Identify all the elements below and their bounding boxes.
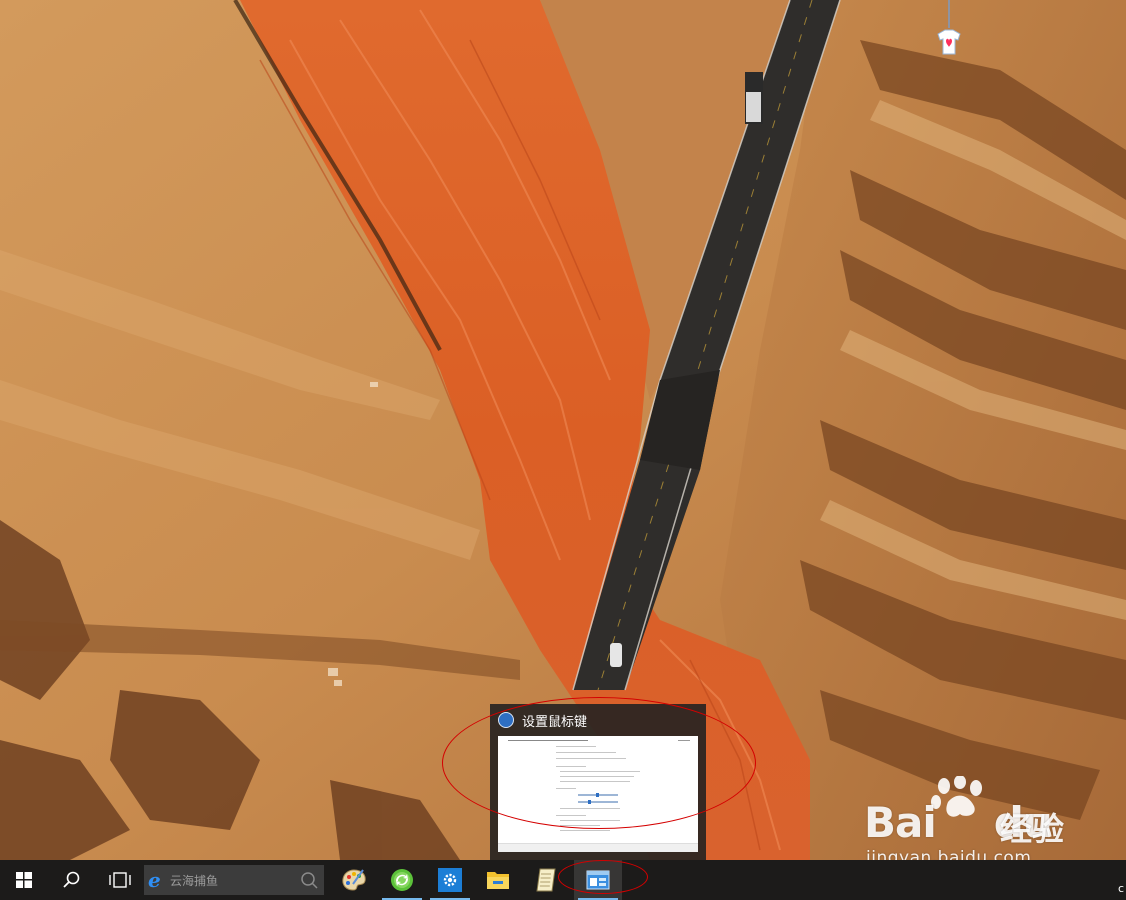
annotation-ellipse-taskbar	[558, 860, 648, 894]
annotation-ellipse-preview	[442, 697, 756, 829]
search-magnifier-icon	[301, 872, 318, 889]
taskbar-search-box[interactable]: e 云海捕鱼	[144, 865, 324, 895]
search-placeholder: 云海捕鱼	[170, 874, 219, 888]
settings-gear-icon	[438, 868, 462, 892]
windows-start-icon	[16, 872, 32, 888]
paint-icon	[342, 869, 366, 891]
refresh-circle-icon	[391, 869, 413, 891]
task-view-button[interactable]	[96, 860, 144, 900]
desktop-shirt-icon[interactable]	[934, 0, 964, 56]
taskbar-paint-button[interactable]	[330, 860, 378, 900]
start-button[interactable]	[0, 860, 48, 900]
taskbar-settings-button[interactable]	[426, 860, 474, 900]
task-view-icon	[109, 872, 131, 888]
watermark-brand: 经验	[1000, 810, 1065, 848]
edge-e-icon: e	[148, 868, 161, 892]
search-icon	[63, 871, 80, 888]
search-button[interactable]	[48, 860, 96, 900]
taskbar-file-explorer-button[interactable]	[474, 860, 522, 900]
baidu-jingyan-watermark: Bai du 经验 jingyan.baidu.com	[864, 776, 1094, 868]
file-explorer-icon	[487, 872, 509, 889]
notepad-icon	[536, 868, 556, 892]
taskbar-green-app-button[interactable]	[378, 860, 426, 900]
tray-clock-fragment[interactable]: c	[1118, 882, 1124, 895]
